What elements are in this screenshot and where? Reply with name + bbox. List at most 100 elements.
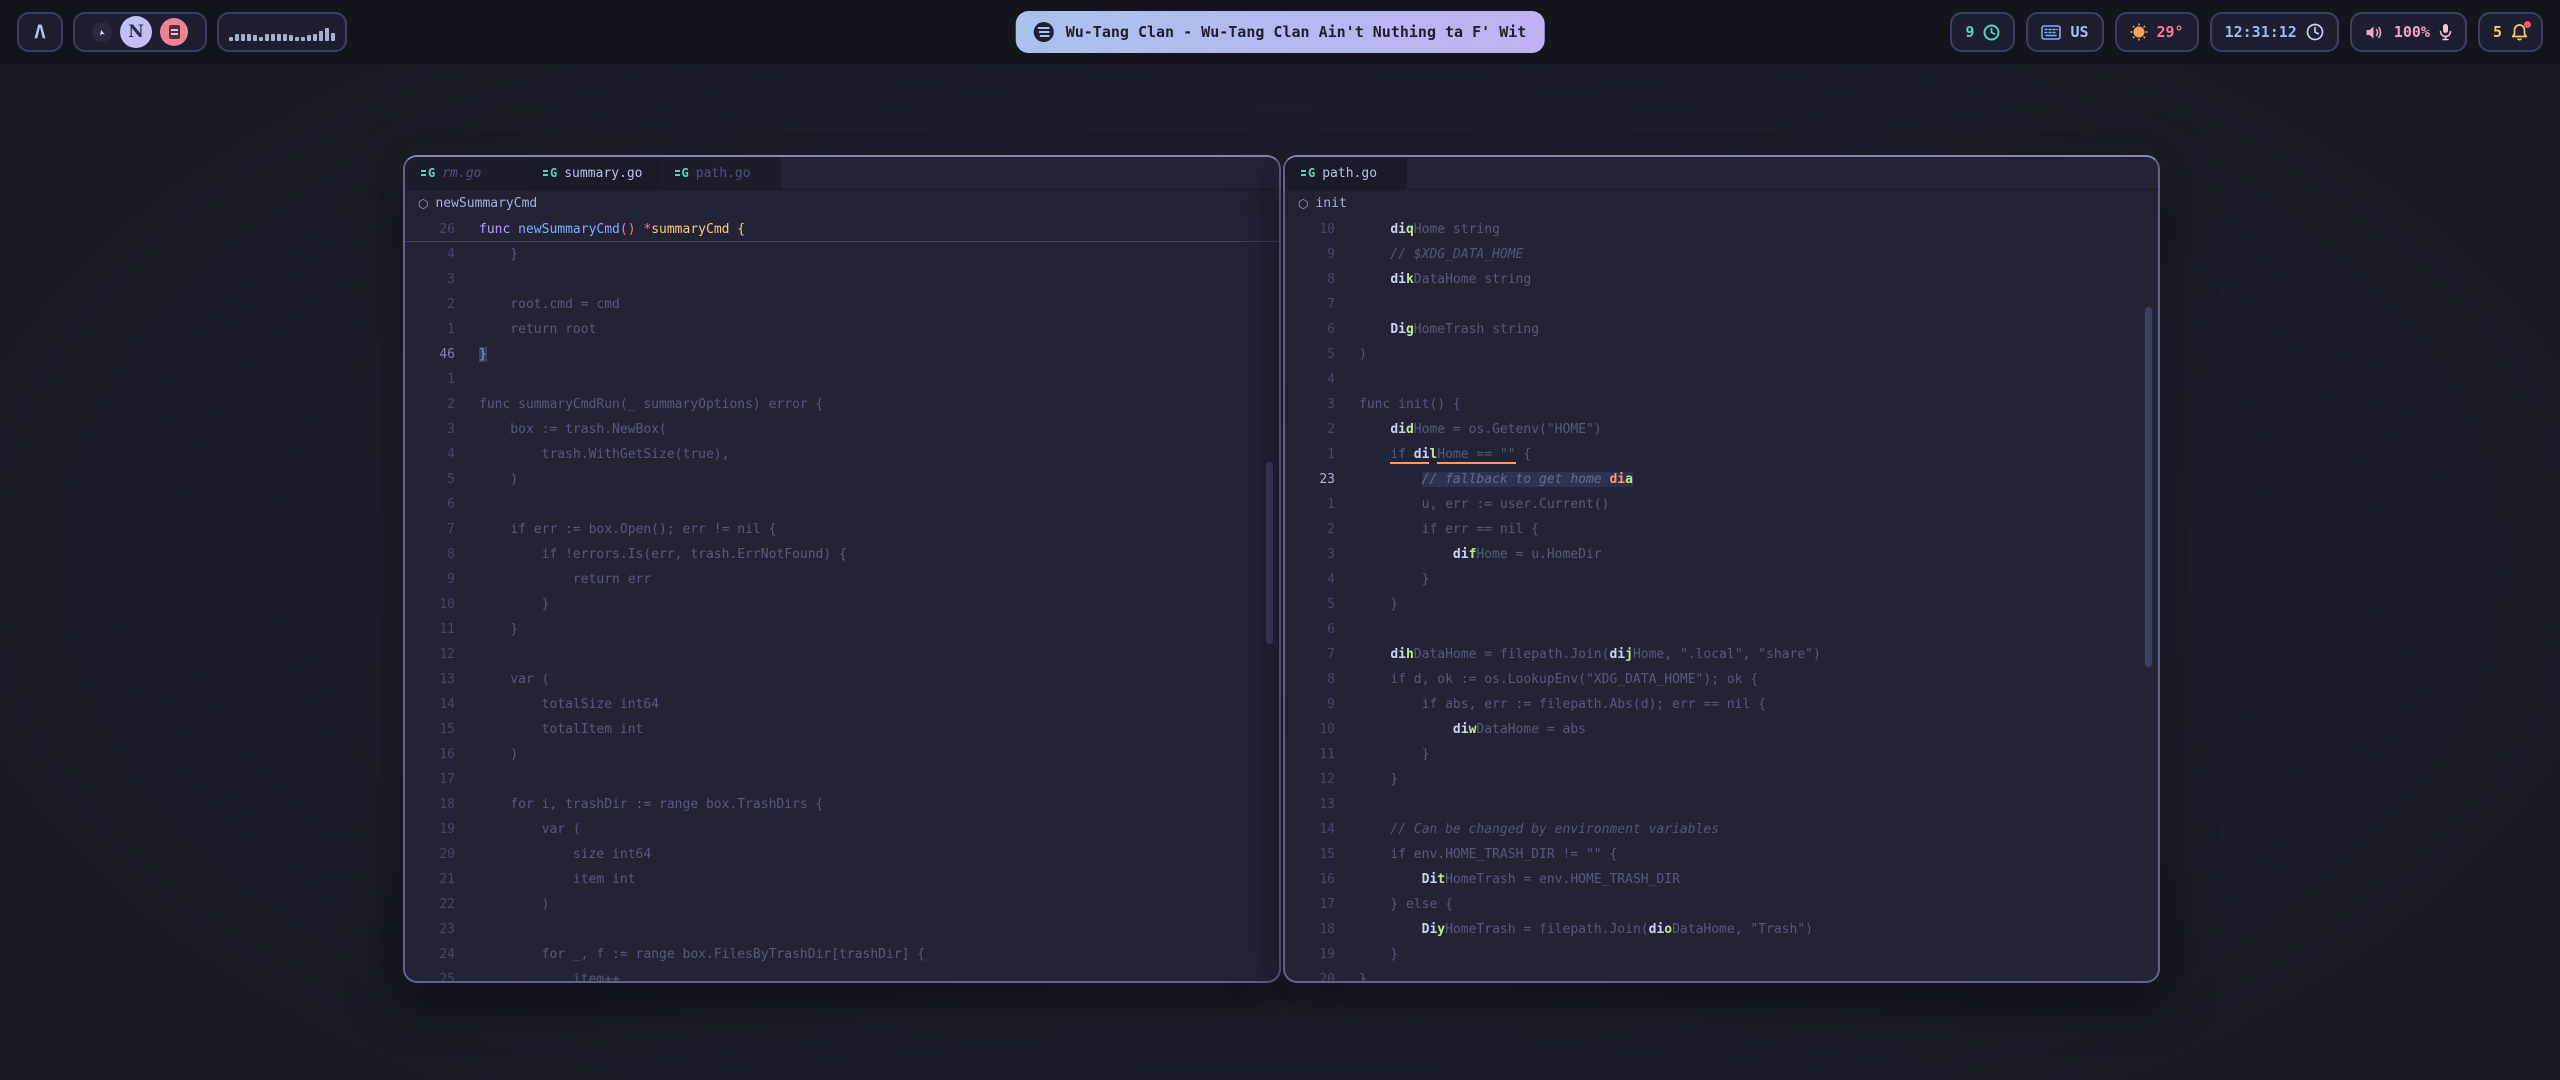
line-number: 13 <box>1285 797 1335 812</box>
visualizer-bar <box>235 34 239 41</box>
line-number: 21 <box>405 872 455 887</box>
code-line[interactable]: 1 if dilHome == "" { <box>1285 442 2158 467</box>
code-line[interactable]: 22 ) <box>405 892 1279 917</box>
code-line[interactable]: 2 root.cmd = cmd <box>405 292 1279 317</box>
tab-label: path.go <box>1322 166 1377 181</box>
code-line[interactable]: 4 } <box>405 242 1279 267</box>
breadcrumb-symbol: init <box>1315 196 1346 211</box>
keyboard-layout-value: US <box>2070 23 2088 41</box>
code-line[interactable]: 8 if !errors.Is(err, trash.ErrNotFound) … <box>405 542 1279 567</box>
line-number: 46 <box>405 347 455 362</box>
code-line[interactable]: 13 var ( <box>405 667 1279 692</box>
tab-summary.go[interactable]: Gsummary.go <box>527 157 659 189</box>
line-content: return err <box>479 572 651 587</box>
code-line[interactable]: 11 } <box>1285 742 2158 767</box>
code-line[interactable]: 14 // Can be changed by environment vari… <box>1285 817 2158 842</box>
code-line[interactable]: 12 } <box>1285 767 2158 792</box>
audio-visualizer-widget[interactable] <box>217 12 347 52</box>
editor-window-right: Gpath.go ⬡ init 10 diqHome string9 // $X… <box>1283 155 2160 983</box>
code-line[interactable]: 12 <box>405 642 1279 667</box>
code-line[interactable]: 10 diqHome string <box>1285 217 2158 242</box>
code-line[interactable]: 1 <box>405 367 1279 392</box>
speaker-icon <box>2365 24 2385 41</box>
browser-app-icon[interactable]: ➤ <box>92 22 112 42</box>
code-line[interactable]: 10 } <box>405 592 1279 617</box>
keyboard-layout-widget[interactable]: US <box>2026 12 2103 52</box>
code-line[interactable]: 20 size int64 <box>405 842 1279 867</box>
code-line[interactable]: 8 dikDataHome string <box>1285 267 2158 292</box>
code-line[interactable]: 21 item int <box>405 867 1279 892</box>
tab-path.go[interactable]: Gpath.go <box>659 157 781 189</box>
code-line[interactable]: 3func init() { <box>1285 392 2158 417</box>
notifications-widget[interactable]: 5 <box>2478 12 2543 52</box>
code-line[interactable]: 18 for i, trashDir := range box.TrashDir… <box>405 792 1279 817</box>
code-line[interactable]: 5) <box>1285 342 2158 367</box>
code-line[interactable]: 20} <box>1285 967 2158 983</box>
code-line[interactable]: 11 } <box>405 617 1279 642</box>
code-line[interactable]: 1 return root <box>405 317 1279 342</box>
code-line[interactable]: 7 dihDataHome = filepath.Join(dijHome, "… <box>1285 642 2158 667</box>
code-line[interactable]: 6 <box>1285 617 2158 642</box>
code-line[interactable]: 23 <box>405 917 1279 942</box>
updates-widget[interactable]: 9 <box>1950 12 2015 52</box>
tab-path.go[interactable]: Gpath.go <box>1285 157 1407 189</box>
breadcrumb-left[interactable]: ⬡ newSummaryCmd <box>405 190 1279 217</box>
line-content: diqHome string <box>1359 222 1500 237</box>
code-line[interactable]: 16 DitHomeTrash = env.HOME_TRASH_DIR <box>1285 867 2158 892</box>
code-line[interactable]: 9 return err <box>405 567 1279 592</box>
code-area-right[interactable]: 10 diqHome string9 // $XDG_DATA_HOME8 di… <box>1285 217 2158 983</box>
volume-widget[interactable]: 100% <box>2350 12 2467 52</box>
code-line[interactable]: 4 } <box>1285 567 2158 592</box>
code-line[interactable]: 7 <box>1285 292 2158 317</box>
code-line[interactable]: 10 diwDataHome = abs <box>1285 717 2158 742</box>
code-line[interactable]: 17 } else { <box>1285 892 2158 917</box>
code-line[interactable]: 19 } <box>1285 942 2158 967</box>
code-line[interactable]: 1 u, err := user.Current() <box>1285 492 2158 517</box>
code-line[interactable]: 5 ) <box>405 467 1279 492</box>
code-line[interactable]: 26func newSummaryCmd() *summaryCmd { <box>405 217 1279 242</box>
code-line[interactable]: 2 if err == nil { <box>1285 517 2158 542</box>
code-line[interactable]: 3 difHome = u.HomeDir <box>1285 542 2158 567</box>
launcher-button[interactable]: Λ <box>17 12 63 52</box>
code-line[interactable]: 2 didHome = os.Getenv("HOME") <box>1285 417 2158 442</box>
code-line[interactable]: 13 <box>1285 792 2158 817</box>
code-line[interactable]: 2func summaryCmdRun(_ summaryOptions) er… <box>405 392 1279 417</box>
line-number: 20 <box>405 847 455 862</box>
code-area-left[interactable]: 26func newSummaryCmd() *summaryCmd {4 }3… <box>405 217 1279 983</box>
line-number: 14 <box>1285 822 1335 837</box>
code-line[interactable]: 4 trash.WithGetSize(true), <box>405 442 1279 467</box>
visualizer-bar <box>283 34 287 41</box>
code-line[interactable]: 3 <box>405 267 1279 292</box>
clock-widget[interactable]: 12:31:12 <box>2210 12 2339 52</box>
code-line[interactable]: 6 DigHomeTrash string <box>1285 317 2158 342</box>
code-line[interactable]: 14 totalSize int64 <box>405 692 1279 717</box>
code-line[interactable]: 9 if abs, err := filepath.Abs(d); err ==… <box>1285 692 2158 717</box>
code-line[interactable]: 4 <box>1285 367 2158 392</box>
code-line[interactable]: 6 <box>405 492 1279 517</box>
code-line[interactable]: 5 } <box>1285 592 2158 617</box>
code-line[interactable]: 46} <box>405 342 1279 367</box>
line-number: 18 <box>1285 922 1335 937</box>
code-line[interactable]: 23 // fallback to get home dia <box>1285 467 2158 492</box>
code-line[interactable]: 15 if env.HOME_TRASH_DIR != "" { <box>1285 842 2158 867</box>
code-line[interactable]: 18 DiyHomeTrash = filepath.Join(dioDataH… <box>1285 917 2158 942</box>
code-line[interactable]: 16 ) <box>405 742 1279 767</box>
neovim-app-icon[interactable]: N <box>120 16 152 48</box>
code-line[interactable]: 8 if d, ok := os.LookupEnv("XDG_DATA_HOM… <box>1285 667 2158 692</box>
code-line[interactable]: 15 totalItem int <box>405 717 1279 742</box>
breadcrumb-right[interactable]: ⬡ init <box>1285 190 2158 217</box>
code-line[interactable]: 9 // $XDG_DATA_HOME <box>1285 242 2158 267</box>
scrollbar-left-pane[interactable] <box>1266 462 1273 644</box>
media-player-widget[interactable]: Wu-Tang Clan - Wu-Tang Clan Ain't Nuthin… <box>1016 11 1545 53</box>
code-line[interactable]: 3 box := trash.NewBox( <box>405 417 1279 442</box>
code-line[interactable]: 19 var ( <box>405 817 1279 842</box>
scrollbar-right-pane[interactable] <box>2145 307 2152 667</box>
tab-rm.go[interactable]: Grm.go <box>405 157 527 189</box>
notes-app-icon[interactable] <box>160 18 188 46</box>
weather-widget[interactable]: 29° <box>2115 12 2199 52</box>
code-line[interactable]: 25 item++ <box>405 967 1279 983</box>
tab-bar-left: Grm.goGsummary.goGpath.go <box>405 157 1279 190</box>
code-line[interactable]: 17 <box>405 767 1279 792</box>
code-line[interactable]: 7 if err := box.Open(); err != nil { <box>405 517 1279 542</box>
code-line[interactable]: 24 for _, f := range box.FilesByTrashDir… <box>405 942 1279 967</box>
